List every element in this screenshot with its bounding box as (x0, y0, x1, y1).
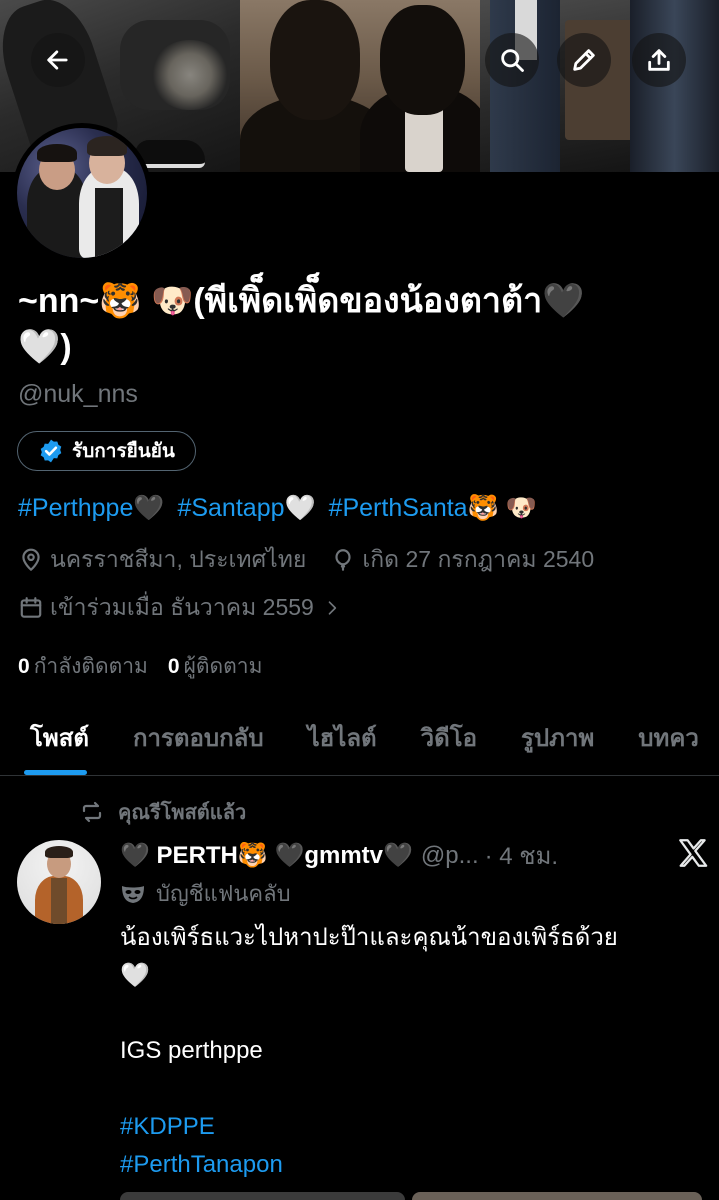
fan-account-label: บัญชีแฟนคลับ (120, 876, 291, 911)
x-logo-icon[interactable] (676, 836, 710, 870)
tab-posts[interactable]: โพสต์ (0, 700, 111, 775)
post-media-1[interactable] (120, 1192, 405, 1200)
following-stat[interactable]: 0 กำลังติดตาม (18, 650, 148, 683)
tab-videos[interactable]: วิดีโอ (399, 700, 499, 775)
search-button[interactable] (485, 33, 539, 87)
post-text-line: 🤍 (120, 961, 150, 989)
bio-hashtags: #Perthppe🖤 #Santapp🤍 #PerthSanta🐯 🐶 (18, 494, 543, 523)
get-verified-label: รับการยืนยัน (72, 440, 175, 462)
following-count: 0 (18, 655, 30, 678)
tab-photos[interactable]: รูปภาพ (499, 700, 616, 775)
fan-account-text: บัญชีแฟนคลับ (156, 882, 291, 907)
post-author-handle[interactable]: @p... (421, 842, 479, 870)
followers-stat[interactable]: 0 ผู้ติดตาม (168, 650, 263, 683)
profile-meta-row-1: นครราชสีมา, ประเทศไทย เกิด 27 กรกฎาคม 25… (18, 542, 618, 578)
post-text-line: IGS perthppe (120, 1037, 263, 1064)
follow-stats: 0 กำลังติดตาม 0 ผู้ติดตาม (18, 650, 262, 683)
repost-indicator: คุณรีโพสต์แล้ว (80, 796, 246, 828)
post-author-name[interactable]: 🖤 PERTH🐯 🖤gmmtv🖤 (120, 841, 413, 870)
location-item: นครราชสีมา, ประเทศไทย (18, 542, 306, 578)
joined-item[interactable]: เข้าร่วมเมื่อ ธันวาคม 2559 (18, 590, 348, 626)
mask-icon (122, 885, 144, 903)
followers-label: ผู้ติดตาม (183, 655, 263, 678)
post-author-avatar[interactable] (17, 840, 101, 924)
profile-meta-row-2[interactable]: เข้าร่วมเมื่อ ธันวาคม 2559 (18, 590, 372, 626)
post-hashtag[interactable]: #KDPPE (120, 1108, 700, 1146)
birthday-text: เกิด 27 กรกฎาคม 2540 (362, 546, 595, 572)
edit-button[interactable] (557, 33, 611, 87)
pencil-icon (573, 49, 595, 71)
search-icon (501, 49, 524, 72)
followers-count: 0 (167, 655, 180, 678)
share-button[interactable] (632, 33, 686, 87)
tab-articles[interactable]: บทคว (616, 700, 719, 775)
post-body: น้องเพิร์ธแวะไปหาปะป๊าและคุณน้าของเพิร์ธ… (120, 918, 700, 1184)
post-hashtag[interactable]: #PerthTanapon (120, 1146, 700, 1184)
repost-icon (82, 801, 102, 823)
chevron-right-icon (328, 601, 337, 615)
post-media-2[interactable] (412, 1192, 702, 1200)
back-button[interactable] (31, 33, 85, 87)
location-text: นครราชสีมา, ประเทศไทย (50, 546, 307, 572)
display-name-line-2: 🤍) (18, 328, 72, 366)
banner-photo-2 (240, 0, 480, 172)
repost-label: คุณรีโพสต์แล้ว (118, 800, 247, 824)
calendar-icon (20, 597, 42, 618)
back-arrow-icon (47, 50, 68, 70)
birthday-item: เกิด 27 กรกฎาคม 2540 (330, 542, 594, 578)
post-header: 🖤 PERTH🐯 🖤gmmtv🖤 @p... · 4 ชม. (120, 836, 710, 875)
bio-hashtag[interactable]: #Perthppe🖤 (18, 494, 165, 522)
bio-hashtag[interactable]: #Santapp🤍 (177, 494, 315, 522)
post-timestamp[interactable]: · 4 ชม. (485, 836, 558, 875)
profile-handle: @nuk_nns (18, 380, 138, 408)
following-label: กำลังติดตาม (33, 655, 148, 678)
bio-hashtag[interactable]: #PerthSanta🐯 🐶 (329, 494, 537, 522)
verified-badge-icon (40, 439, 62, 463)
display-name: ~nn~🐯 🐶(พีเพิ็ดเพิ็ดของน้องตาต้า🖤 🤍) (18, 278, 708, 370)
profile-avatar[interactable] (12, 123, 152, 263)
balloon-icon (335, 549, 351, 571)
tab-replies[interactable]: การตอบกลับ (111, 700, 286, 775)
share-icon (648, 49, 670, 71)
get-verified-button[interactable]: รับการยืนยัน (17, 431, 196, 471)
profile-tabs: โพสต์ การตอบกลับ ไฮไลต์ วิดีโอ รูปภาพ บท… (0, 700, 719, 776)
post-text-line: น้องเพิร์ธแวะไปหาปะป๊าและคุณน้าของเพิร์ธ… (120, 923, 618, 951)
joined-text: เข้าร่วมเมื่อ ธันวาคม 2559 (50, 594, 314, 620)
tab-highlights[interactable]: ไฮไลต์ (286, 700, 399, 775)
display-name-line-1: ~nn~🐯 🐶(พีเพิ็ดเพิ็ดของน้องตาต้า🖤 (18, 282, 585, 320)
location-pin-icon (22, 548, 40, 571)
